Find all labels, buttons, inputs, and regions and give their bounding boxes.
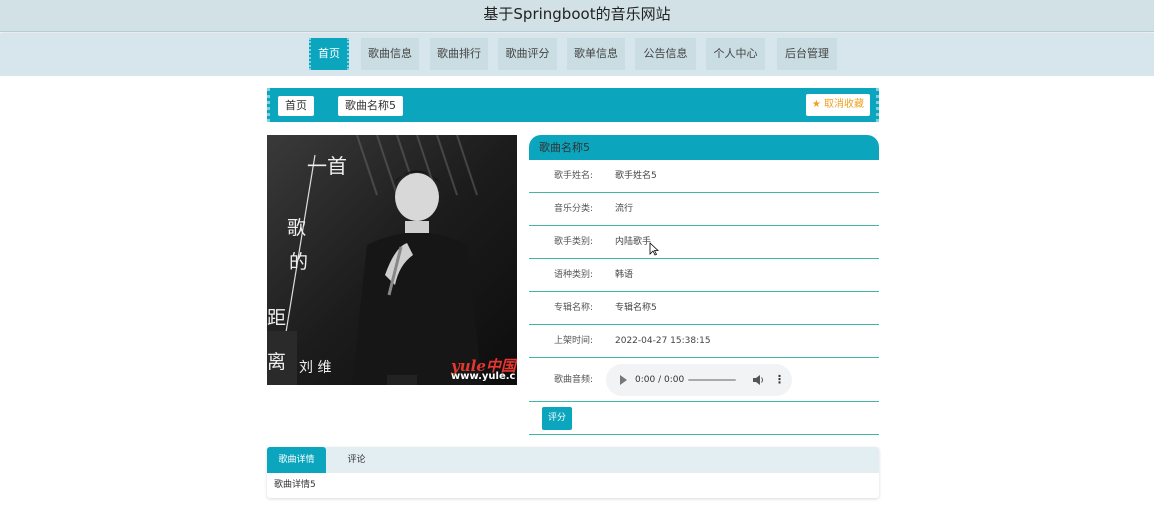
audio-progress-bar[interactable] (688, 379, 736, 381)
info-key: 歌手类别: (553, 237, 593, 247)
nav-item-personal-center[interactable]: 个人中心 (706, 38, 765, 70)
site-title: 基于Springboot的音乐网站 (483, 5, 671, 23)
mouse-cursor-icon (649, 242, 659, 256)
tab-bar: 歌曲详情 评论 (267, 447, 879, 473)
info-row-album: 专辑名称: 专辑名称5 (529, 292, 879, 325)
breadcrumb: 首页 歌曲名称5 ★ 取消收藏 (267, 88, 879, 122)
info-key: 专辑名称: (553, 303, 593, 313)
cover-text-4: 距 (267, 307, 287, 329)
info-key: 音乐分类: (553, 204, 593, 214)
nav-item-admin[interactable]: 后台管理 (777, 38, 837, 70)
info-row-singer: 歌手姓名: 歌手姓名5 (529, 160, 879, 193)
song-info-panel: 歌曲名称5 歌手姓名: 歌手姓名5 音乐分类: 流行 歌手类别: 内陆歌手 语种… (529, 135, 879, 435)
info-value: 韩语 (615, 270, 634, 280)
site-header: 基于Springboot的音乐网站 (0, 0, 1154, 32)
detail-tabs: 歌曲详情 评论 歌曲详情5 (267, 447, 879, 498)
info-value: 流行 (615, 204, 634, 214)
audio-player[interactable]: 0:00 / 0:00 ⋮ (606, 364, 792, 396)
info-key: 语种类别: (553, 270, 593, 280)
cover-artist-text: 刘 维 (299, 360, 332, 376)
breadcrumb-current[interactable]: 歌曲名称5 (338, 96, 403, 116)
cover-text-5: 离 (267, 351, 287, 373)
breadcrumb-home[interactable]: 首页 (278, 96, 314, 116)
cover-text-3: 的 (289, 251, 309, 273)
tab-comments[interactable]: 评论 (329, 447, 384, 473)
info-value: 专辑名称5 (615, 303, 657, 313)
nav-item-song-info[interactable]: 歌曲信息 (361, 38, 419, 70)
tab-content: 歌曲详情5 (274, 480, 316, 490)
info-row-release-time: 上架时间: 2022-04-27 15:38:15 (529, 325, 879, 358)
nav-item-song-ranking[interactable]: 歌曲排行 (430, 38, 488, 70)
audio-time: 0:00 / 0:00 (635, 375, 685, 385)
info-row-actions: 评分 (529, 402, 879, 435)
tab-song-detail[interactable]: 歌曲详情 (267, 447, 326, 473)
unfavorite-button[interactable]: ★ 取消收藏 (805, 94, 870, 116)
info-key: 上架时间: (553, 336, 593, 346)
song-cover-image: 一首 歌 的 距 离 刘 维 yule中国 www.yule.c (267, 135, 517, 385)
nav-item-home[interactable]: 首页 (309, 38, 349, 70)
nav-item-playlist-info[interactable]: 歌单信息 (567, 38, 625, 70)
cover-text-2: 歌 (287, 217, 307, 239)
rate-button[interactable]: 评分 (542, 407, 572, 430)
nav-bar: 首页 歌曲信息 歌曲排行 歌曲评分 歌单信息 公告信息 个人中心 后台管理 (0, 33, 1154, 76)
song-name-header: 歌曲名称5 (529, 135, 879, 160)
info-value: 歌手姓名5 (615, 171, 657, 181)
info-key: 歌手姓名: (553, 171, 593, 181)
info-key: 歌曲音频: (553, 375, 593, 385)
info-row-category: 音乐分类: 流行 (529, 193, 879, 226)
cover-text-1: 一首 (307, 154, 347, 178)
info-row-singer-type: 歌手类别: 内陆歌手 (529, 226, 879, 259)
cover-watermark-url: www.yule.c (451, 371, 516, 382)
info-value: 内陆歌手 (615, 237, 652, 247)
nav-item-song-rating[interactable]: 歌曲评分 (498, 38, 557, 70)
info-row-language: 语种类别: 韩语 (529, 259, 879, 292)
info-row-audio: 歌曲音频: 0:00 / 0:00 ⋮ (529, 358, 879, 402)
volume-icon[interactable] (752, 373, 764, 387)
nav-item-notice-info[interactable]: 公告信息 (635, 38, 696, 70)
more-options-icon[interactable]: ⋮ (774, 364, 785, 396)
play-icon[interactable] (620, 375, 627, 385)
info-value: 2022-04-27 15:38:15 (615, 336, 711, 346)
